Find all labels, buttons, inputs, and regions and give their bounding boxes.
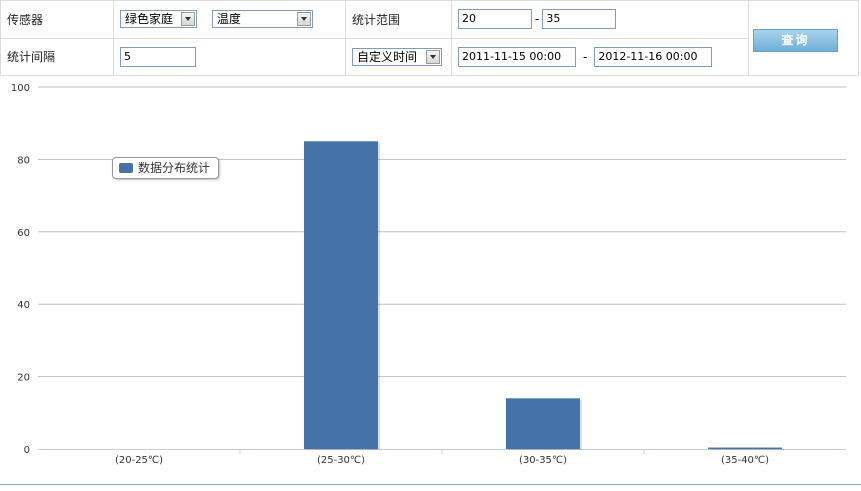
sensor-group-value: 绿色家庭	[125, 12, 174, 27]
chart-legend[interactable]: 数据分布统计	[112, 157, 220, 179]
time-separator: -	[583, 49, 588, 64]
y-tick-label: 60	[17, 228, 30, 239]
time-start-input[interactable]: 2011-11-15 00:00	[458, 46, 576, 67]
time-mode-select[interactable]: 自定义时间	[352, 47, 442, 66]
range-min-input[interactable]: 20	[458, 9, 532, 30]
range-separator: -	[535, 12, 540, 27]
x-tick-label: (30-35℃)	[519, 455, 567, 466]
interval-input[interactable]: 5	[120, 46, 196, 67]
chevron-down-icon	[181, 12, 195, 27]
range-label: 统计范围	[352, 12, 401, 27]
x-tick-label: (35-40℃)	[721, 455, 769, 466]
sensor-type-select[interactable]: 温度	[211, 10, 313, 29]
y-tick-label: 20	[17, 373, 30, 384]
bottom-border	[0, 484, 861, 485]
y-tick-label: 40	[17, 300, 30, 311]
query-button[interactable]: 查询	[753, 29, 838, 52]
bar	[304, 141, 378, 450]
sensor-group-select[interactable]: 绿色家庭	[120, 10, 197, 29]
y-tick-label: 0	[24, 445, 30, 456]
legend-swatch	[119, 162, 133, 173]
bar-chart: 0 20 40 60 80 100 (20-25℃) (25-30℃) (30-35℃) (35-…	[11, 83, 846, 466]
chevron-down-icon	[426, 49, 440, 64]
x-tick-label: (25-30℃)	[317, 455, 365, 466]
bar	[506, 398, 580, 449]
time-end-input[interactable]: 2012-11-16 00:00	[594, 46, 713, 67]
legend-label: 数据分布统计	[138, 161, 211, 175]
range-max-input[interactable]: 35	[542, 9, 617, 30]
bar	[708, 447, 782, 449]
sensor-type-value: 温度	[216, 12, 241, 27]
sensor-label: 传感器	[7, 12, 44, 27]
x-tick-label: (20-25℃)	[115, 455, 163, 466]
time-mode-value: 自定义时间	[357, 49, 418, 64]
chevron-down-icon	[296, 12, 311, 27]
query-form: 传感器 绿色家庭 温度 统计范围 20-35 统计间隔 5 自定义时间 2011…	[0, 0, 859, 76]
y-tick-label: 100	[11, 83, 30, 94]
y-tick-label: 80	[17, 155, 30, 166]
interval-label: 统计间隔	[7, 50, 56, 65]
